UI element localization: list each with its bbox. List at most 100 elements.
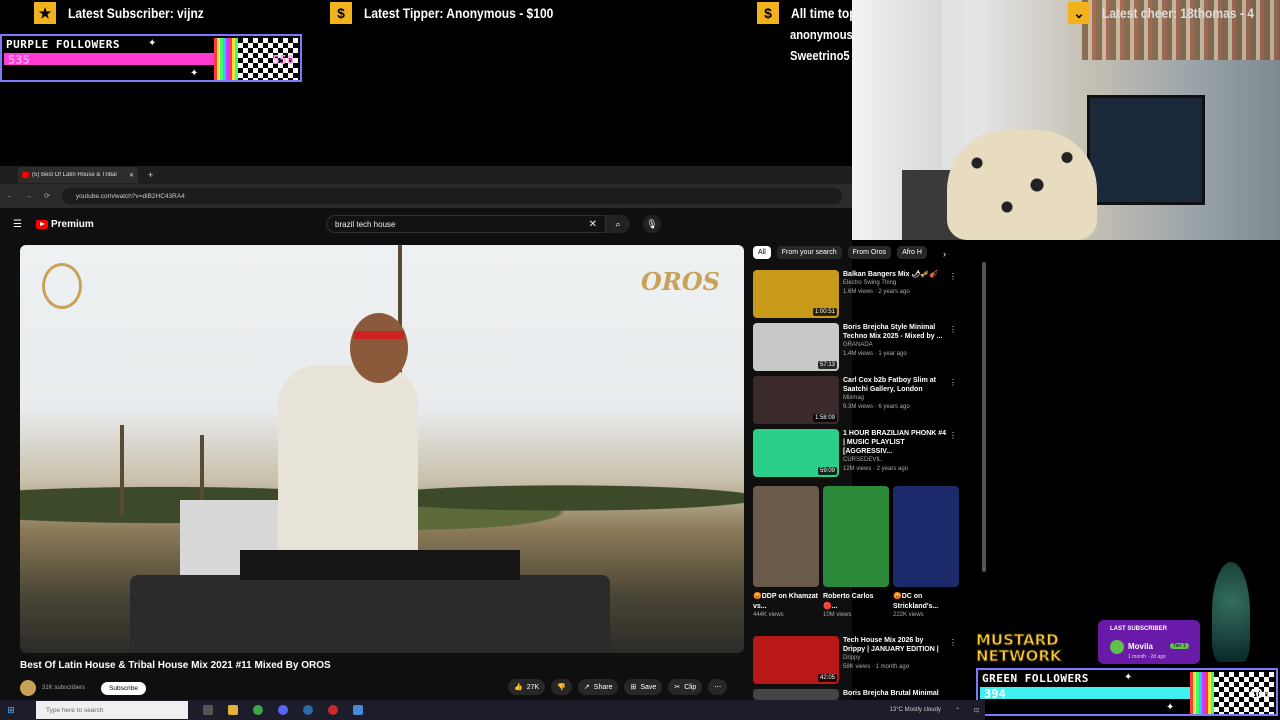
clear-icon[interactable]: ✕ <box>589 219 597 230</box>
clip-button[interactable]: ✂ Clip <box>668 679 703 695</box>
sparkle-icon: ✦ <box>1166 702 1175 713</box>
video-channel: Drippy <box>843 655 861 661</box>
sidebar-video[interactable]: 1:00:51 Balkan Bangers Mix 🌶🎺🎻 Electro Swi… <box>753 270 963 318</box>
goal-title: GREEN FOLLOWERS <box>982 672 1089 685</box>
mascot-emblem-icon <box>1212 562 1250 662</box>
share-button[interactable]: ↗ Share <box>577 679 619 695</box>
chevron-down-icon: ⌄ <box>1068 2 1090 24</box>
new-tab-icon[interactable]: + <box>148 170 153 180</box>
last-subscriber-name: Movila <box>1128 642 1153 651</box>
obs-icon[interactable] <box>328 705 338 715</box>
short-item[interactable]: Roberto Carlos 🔴... 10M views <box>823 486 889 618</box>
steam-icon[interactable] <box>303 705 313 715</box>
url-field[interactable]: youtube.com/watch?v=diB2HC43RA4 <box>61 188 842 204</box>
video-title: Boris Brejcha Style Minimal Techno Mix 2… <box>843 324 943 340</box>
chip-afro-house[interactable]: Afro H <box>897 246 927 259</box>
dislike-button[interactable]: 👎 <box>551 679 572 695</box>
short-views: 10M views <box>823 612 852 618</box>
youtube-play-icon <box>35 219 48 229</box>
chrome-icon[interactable] <box>253 705 263 715</box>
video-player[interactable]: OROS <box>20 245 744 653</box>
sidebar-scrollbar[interactable] <box>982 262 986 572</box>
video-duration: 42:05 <box>817 674 837 682</box>
video-channel: Mixmag <box>843 395 865 401</box>
short-title: Roberto Carlos 🔴... <box>823 593 874 610</box>
short-views: 222K views <box>893 612 924 618</box>
goal-progress-bar <box>4 53 236 65</box>
video-thumbnail <box>753 689 839 700</box>
channel-row: 31K subscribers Subscribe <box>20 680 146 696</box>
reload-icon[interactable]: ⟳ <box>44 192 50 200</box>
sidebar-video[interactable]: Boris Brejcha Brutal Minimal <box>753 689 963 700</box>
video-text: Balkan Bangers Mix 🌶🎺🎻 Electro Swing Thin… <box>843 270 947 297</box>
search-button[interactable]: ⌕ <box>606 215 630 233</box>
latest-tipper-text: Latest Tipper: Anonymous - $100 <box>364 5 554 21</box>
video-meta: 1.4M views · 1 year ago <box>843 351 907 357</box>
chip-all[interactable]: All <box>753 246 771 259</box>
menu-icon[interactable]: ☰ <box>13 219 22 230</box>
microphone-icon: 🎙 <box>646 218 658 229</box>
tray-chevron-icon[interactable]: ⌃ <box>955 707 960 714</box>
more-vert-icon[interactable]: ⋮ <box>949 431 957 440</box>
chip-from-oros[interactable]: From Oros <box>847 246 892 259</box>
rainbow-decoration <box>214 38 238 80</box>
video-title: Boris Brejcha Brutal Minimal <box>843 690 939 697</box>
webcam-feed <box>852 0 1280 240</box>
task-view-icon[interactable] <box>203 705 213 715</box>
thumbs-up-icon: 👍 <box>514 684 523 691</box>
more-vert-icon[interactable]: ⋮ <box>949 325 957 334</box>
taskbar-search-input[interactable]: Type here to search <box>36 701 188 719</box>
file-explorer-icon[interactable] <box>228 705 238 715</box>
latest-subscriber-text: Latest Subscriber: vijnz <box>68 5 204 21</box>
like-button[interactable]: 👍 27K <box>508 679 546 695</box>
subscriber-tier-badge: Tier 1 <box>1170 643 1189 649</box>
back-icon[interactable]: ← <box>6 193 13 200</box>
triangle-logo-icon <box>42 263 82 309</box>
browser-tab[interactable]: (5) Best Of Latin House & Tribal ✕ <box>18 167 138 183</box>
more-actions-button[interactable]: ⋯ <box>708 679 728 695</box>
video-bandana <box>354 331 404 339</box>
share-icon: ↗ <box>583 684 590 691</box>
sidebar-video[interactable]: 1:58:09 Carl Cox b2b Fatboy Slim at Saatc… <box>753 376 963 424</box>
purple-followers-goal: PURPLE FOLLOWERS 535 550 ✦ ✦ <box>0 34 302 82</box>
forward-icon[interactable]: → <box>25 193 32 200</box>
webcam-monitor <box>1087 95 1205 205</box>
sidebar-video[interactable]: 42:05 Tech House Mix 2026 by Drippy | JAN… <box>753 636 963 684</box>
video-actions: 👍 27K 👎 ↗ Share ⊞ Save ✂ Clip ⋯ <box>508 679 728 695</box>
sidebar-video[interactable]: 59:09 1 HOUR BRAZILIAN PHONK #4 | MUSIC P… <box>753 429 963 477</box>
video-duration: 1:00:51 <box>812 308 837 316</box>
video-text: Carl Cox b2b Fatboy Slim at Saatchi Gall… <box>843 376 947 412</box>
youtube-logo[interactable]: Premium <box>35 219 94 230</box>
subscribe-button[interactable]: Subscribe <box>101 681 146 695</box>
sparkle-icon: ✦ <box>1124 672 1133 683</box>
windows-start-icon[interactable]: ⊞ <box>0 700 22 720</box>
discord-icon[interactable] <box>278 705 288 715</box>
sidebar-video[interactable]: 57:13 Boris Brejcha Style Minimal Techno … <box>753 323 963 371</box>
last-subscriber-card: LAST SUBSCRIBER Movila Tier 1 1 month · … <box>1098 620 1200 664</box>
weather-text[interactable]: 13°C Mostly cloudy <box>890 707 941 713</box>
close-tab-icon[interactable]: ✕ <box>129 172 134 179</box>
video-channel: GRANADA <box>843 342 873 348</box>
more-vert-icon[interactable]: ⋮ <box>949 378 957 387</box>
more-vert-icon[interactable]: ⋮ <box>949 272 957 281</box>
chevron-right-icon[interactable]: › <box>943 249 946 259</box>
sparkle-icon: ✦ <box>190 68 199 79</box>
save-button[interactable]: ⊞ Save <box>624 679 663 695</box>
voice-search-button[interactable]: 🎙 <box>643 215 661 233</box>
app-icon[interactable] <box>353 705 363 715</box>
shorts-row: 😡DDP on Khamzat vs... 444K views Roberto… <box>753 486 959 618</box>
video-title: Balkan Bangers Mix 🌶🎺🎻 <box>843 271 938 278</box>
more-vert-icon[interactable]: ⋮ <box>949 638 957 647</box>
network-icon[interactable]: ⊡ <box>974 707 979 714</box>
webcam-streamer-hood <box>947 130 1097 240</box>
channel-avatar[interactable] <box>20 680 36 696</box>
short-item[interactable]: 😡DC on Strickland's... 222K views <box>893 486 959 618</box>
video-mixer <box>240 550 520 580</box>
video-dj-body <box>278 365 418 565</box>
scissors-icon: ✂ <box>674 684 681 691</box>
search-input[interactable]: brazil tech house ✕ <box>326 215 606 233</box>
short-title: 😡DDP on Khamzat vs... <box>753 593 818 610</box>
chip-from-your-search[interactable]: From your search <box>776 246 842 259</box>
money-bag-icon: $ <box>757 2 779 24</box>
short-item[interactable]: 😡DDP on Khamzat vs... 444K views <box>753 486 819 618</box>
